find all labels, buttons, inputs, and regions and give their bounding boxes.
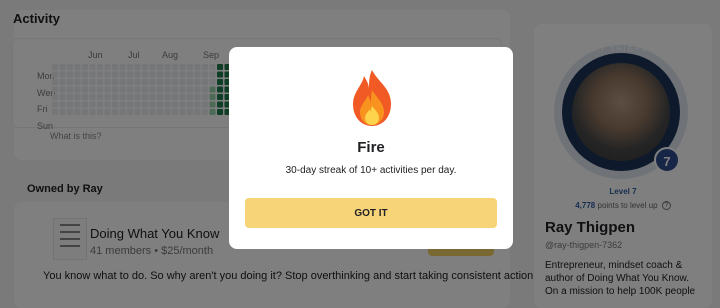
- achievement-modal: Fire 30-day streak of 10+ activities per…: [229, 47, 513, 249]
- modal-description: 30-day streak of 10+ activities per day.: [285, 165, 457, 176]
- modal-title: Fire: [357, 139, 385, 156]
- fire-icon: [353, 70, 391, 126]
- got-it-button[interactable]: GOT IT: [245, 198, 497, 228]
